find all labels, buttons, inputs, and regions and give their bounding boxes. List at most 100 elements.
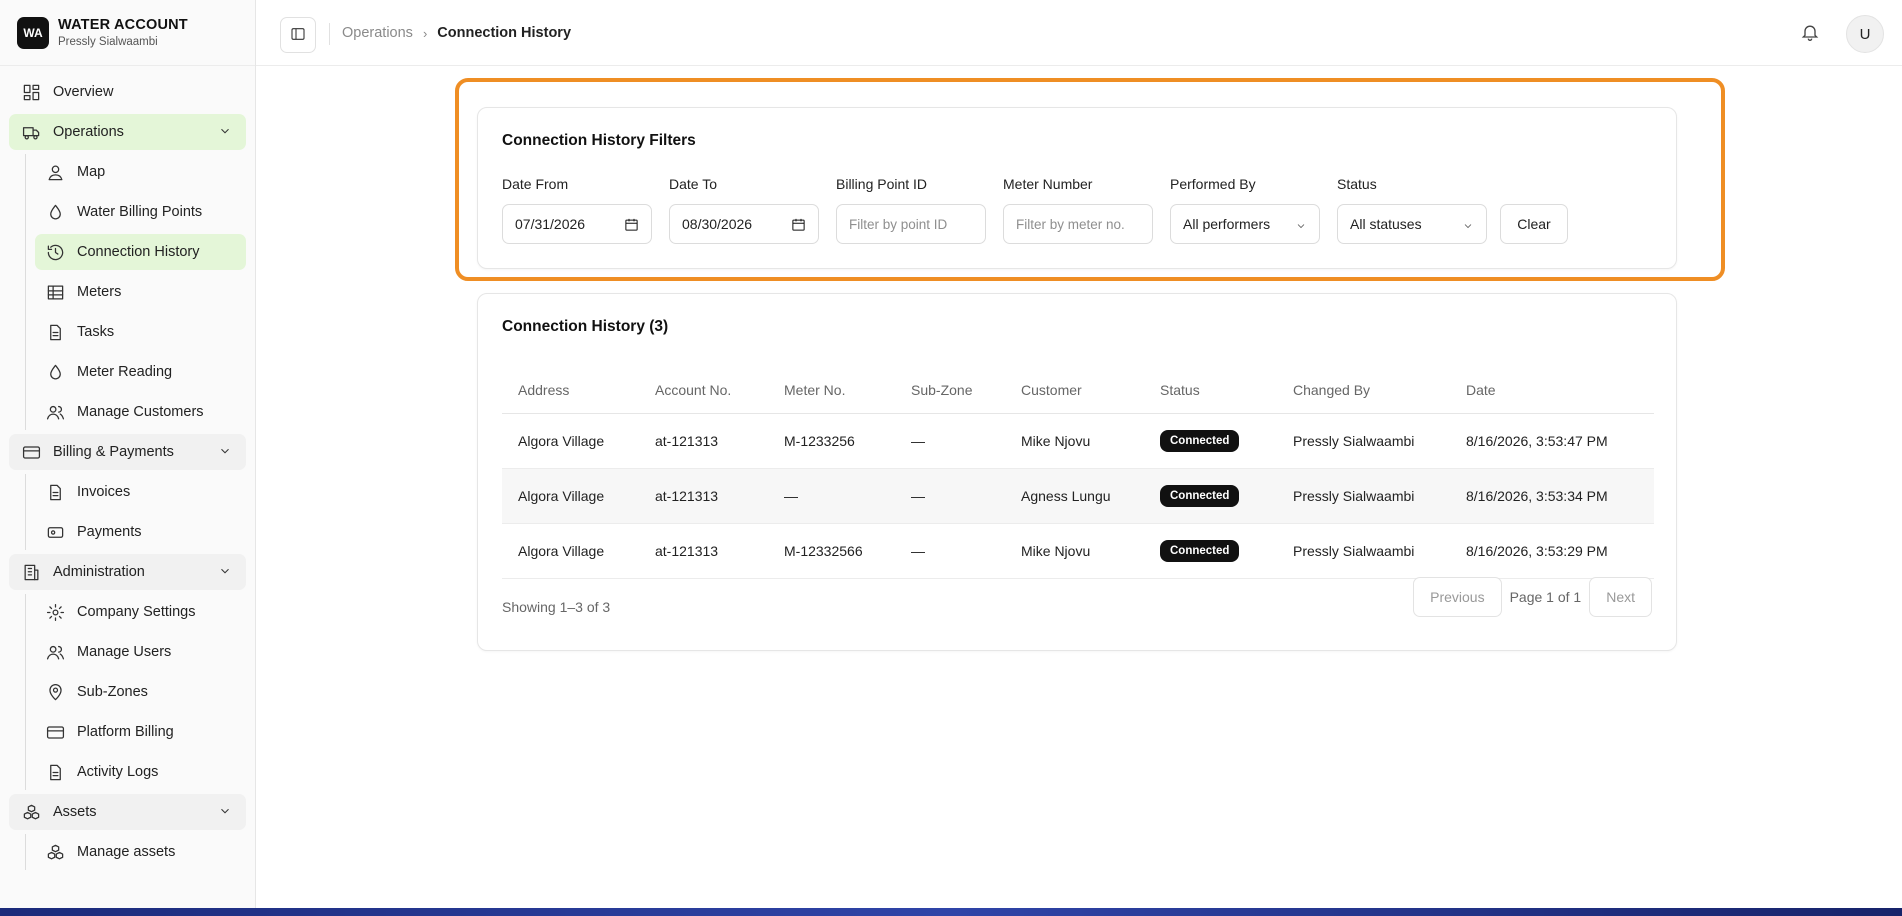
clear-filters-button[interactable]: Clear (1500, 204, 1568, 244)
meter-number-input[interactable]: Filter by meter no. (1003, 204, 1153, 244)
sidebar-item-invoices[interactable]: Invoices (35, 474, 246, 510)
sidebar-item-meters[interactable]: Meters (35, 274, 246, 310)
cell-meter: M-12332566 (768, 523, 895, 579)
billing-point-input[interactable]: Filter by point ID (836, 204, 986, 244)
administration-submenu: Company Settings Manage Users Sub-Zones … (25, 594, 246, 790)
boxes-icon (45, 842, 65, 862)
cell-account: at-121313 (639, 413, 768, 469)
sidebar-item-manage-customers[interactable]: Manage Customers (35, 394, 246, 430)
column-header: Customer (1005, 367, 1144, 414)
sidebar-item-tasks[interactable]: Tasks (35, 314, 246, 350)
brand-subtitle: Pressly Sialwaambi (58, 36, 158, 48)
status-badge: Connected (1160, 539, 1240, 562)
billing-point-field: Billing Point ID Filter by point ID (836, 176, 986, 244)
status-select[interactable]: All statuses (1337, 204, 1487, 244)
sidebar-item-label: Tasks (77, 324, 115, 340)
page-info: Page 1 of 1 (1509, 589, 1582, 605)
cell-status: Connected (1144, 468, 1277, 524)
brand: WA WATER ACCOUNT Pressly Sialwaambi (0, 0, 255, 66)
sidebar-item-payments[interactable]: Payments (35, 514, 246, 550)
sidebar-section-billing[interactable]: Billing & Payments (9, 434, 246, 470)
date-to-input[interactable]: 08/30/2026 (669, 204, 819, 244)
sidebar-item-label: Sub-Zones (77, 684, 148, 700)
performed-by-field: Performed By All performers (1170, 176, 1320, 244)
sidebar-section-label: Billing & Payments (53, 444, 174, 460)
sidebar-item-activity-logs[interactable]: Activity Logs (35, 754, 246, 790)
desktop-strip (0, 908, 1902, 916)
sidebar-nav: Overview Operations Map Water Billing Po… (0, 66, 255, 882)
cell-account: at-121313 (639, 523, 768, 579)
sidebar-item-connection-history[interactable]: Connection History (35, 234, 246, 270)
table-header-row: Address Account No. Meter No. Sub-Zone C… (502, 367, 1654, 414)
sidebar-item-label: Manage assets (77, 844, 176, 860)
main-content: Operations › Connection History U Connec… (256, 0, 1902, 908)
column-header: Meter No. (768, 367, 895, 414)
sidebar-toggle-button[interactable] (280, 17, 316, 53)
calendar-icon[interactable] (791, 217, 806, 232)
date-from-label: Date From (502, 176, 569, 192)
sidebar-section-operations[interactable]: Operations (9, 114, 246, 150)
status-field: Status All statuses (1337, 176, 1487, 244)
sidebar-item-sub-zones[interactable]: Sub-Zones (35, 674, 246, 710)
date-from-input[interactable]: 07/31/2026 (502, 204, 652, 244)
operations-submenu: Map Water Billing Points Connection Hist… (25, 154, 246, 430)
droplet-icon (45, 202, 65, 222)
table-row[interactable]: Algora Village at-121313 M-1233256 — Mik… (502, 413, 1654, 469)
sidebar-item-label: Activity Logs (77, 764, 159, 780)
table-row[interactable]: Algora Village at-121313 — — Agness Lung… (502, 468, 1654, 524)
sidebar-item-company-settings[interactable]: Company Settings (35, 594, 246, 630)
cell-customer: Agness Lungu (1005, 468, 1144, 524)
history-icon (45, 242, 65, 262)
chevron-down-icon (1462, 219, 1474, 231)
chevron-down-icon (218, 564, 232, 578)
notification-bell-icon[interactable] (1800, 22, 1822, 44)
performed-by-value: All performers (1183, 216, 1271, 232)
history-table: Address Account No. Meter No. Sub-Zone C… (502, 367, 1654, 579)
date-to-field: Date To 08/30/2026 (669, 176, 819, 244)
sidebar-item-label: Company Settings (77, 604, 196, 620)
topbar: Operations › Connection History U (256, 0, 1902, 66)
sidebar-item-water-billing-points[interactable]: Water Billing Points (35, 194, 246, 230)
cell-customer: Mike Njovu (1005, 523, 1144, 579)
sidebar-item-overview[interactable]: Overview (9, 74, 246, 110)
sidebar-section-label: Operations (53, 124, 124, 140)
sidebar-item-manage-assets[interactable]: Manage assets (35, 834, 246, 870)
billing-submenu: Invoices Payments (25, 474, 246, 550)
sidebar-item-manage-users[interactable]: Manage Users (35, 634, 246, 670)
sidebar-section-administration[interactable]: Administration (9, 554, 246, 590)
next-page-button[interactable]: Next (1589, 577, 1652, 617)
sidebar-item-label: Connection History (77, 244, 200, 260)
gear-icon (45, 602, 65, 622)
building-icon (21, 562, 41, 582)
previous-page-button[interactable]: Previous (1413, 577, 1502, 617)
map-pin-user-icon (45, 162, 65, 182)
banknote-icon (45, 522, 65, 542)
cell-customer: Mike Njovu (1005, 413, 1144, 469)
calendar-icon[interactable] (624, 217, 639, 232)
date-from-value: 07/31/2026 (515, 216, 586, 232)
cell-subzone: — (895, 523, 1005, 579)
cell-account: at-121313 (639, 468, 768, 524)
divider (329, 23, 330, 45)
performed-by-select[interactable]: All performers (1170, 204, 1320, 244)
date-to-value: 08/30/2026 (682, 216, 753, 232)
breadcrumb-link-operations[interactable]: Operations (342, 25, 413, 41)
cell-address: Algora Village (502, 468, 639, 524)
sidebar: WA WATER ACCOUNT Pressly Sialwaambi Over… (0, 0, 256, 908)
sidebar-item-meter-reading[interactable]: Meter Reading (35, 354, 246, 390)
meter-number-label: Meter Number (1003, 176, 1093, 192)
cell-changed-by: Pressly Sialwaambi (1277, 413, 1450, 469)
column-header: Status (1144, 367, 1277, 414)
assets-submenu: Manage assets (25, 834, 246, 870)
table-row[interactable]: Algora Village at-121313 M-12332566 — Mi… (502, 523, 1654, 579)
sidebar-item-platform-billing[interactable]: Platform Billing (35, 714, 246, 750)
cell-meter: — (768, 468, 895, 524)
meter-number-field: Meter Number Filter by meter no. (1003, 176, 1153, 244)
sidebar-item-map[interactable]: Map (35, 154, 246, 190)
sidebar-section-label: Administration (53, 564, 145, 580)
column-header: Account No. (639, 367, 768, 414)
cell-date: 8/16/2026, 3:53:47 PM (1450, 413, 1654, 469)
sidebar-item-label: Overview (53, 84, 114, 100)
sidebar-section-assets[interactable]: Assets (9, 794, 246, 830)
avatar[interactable]: U (1846, 15, 1884, 53)
